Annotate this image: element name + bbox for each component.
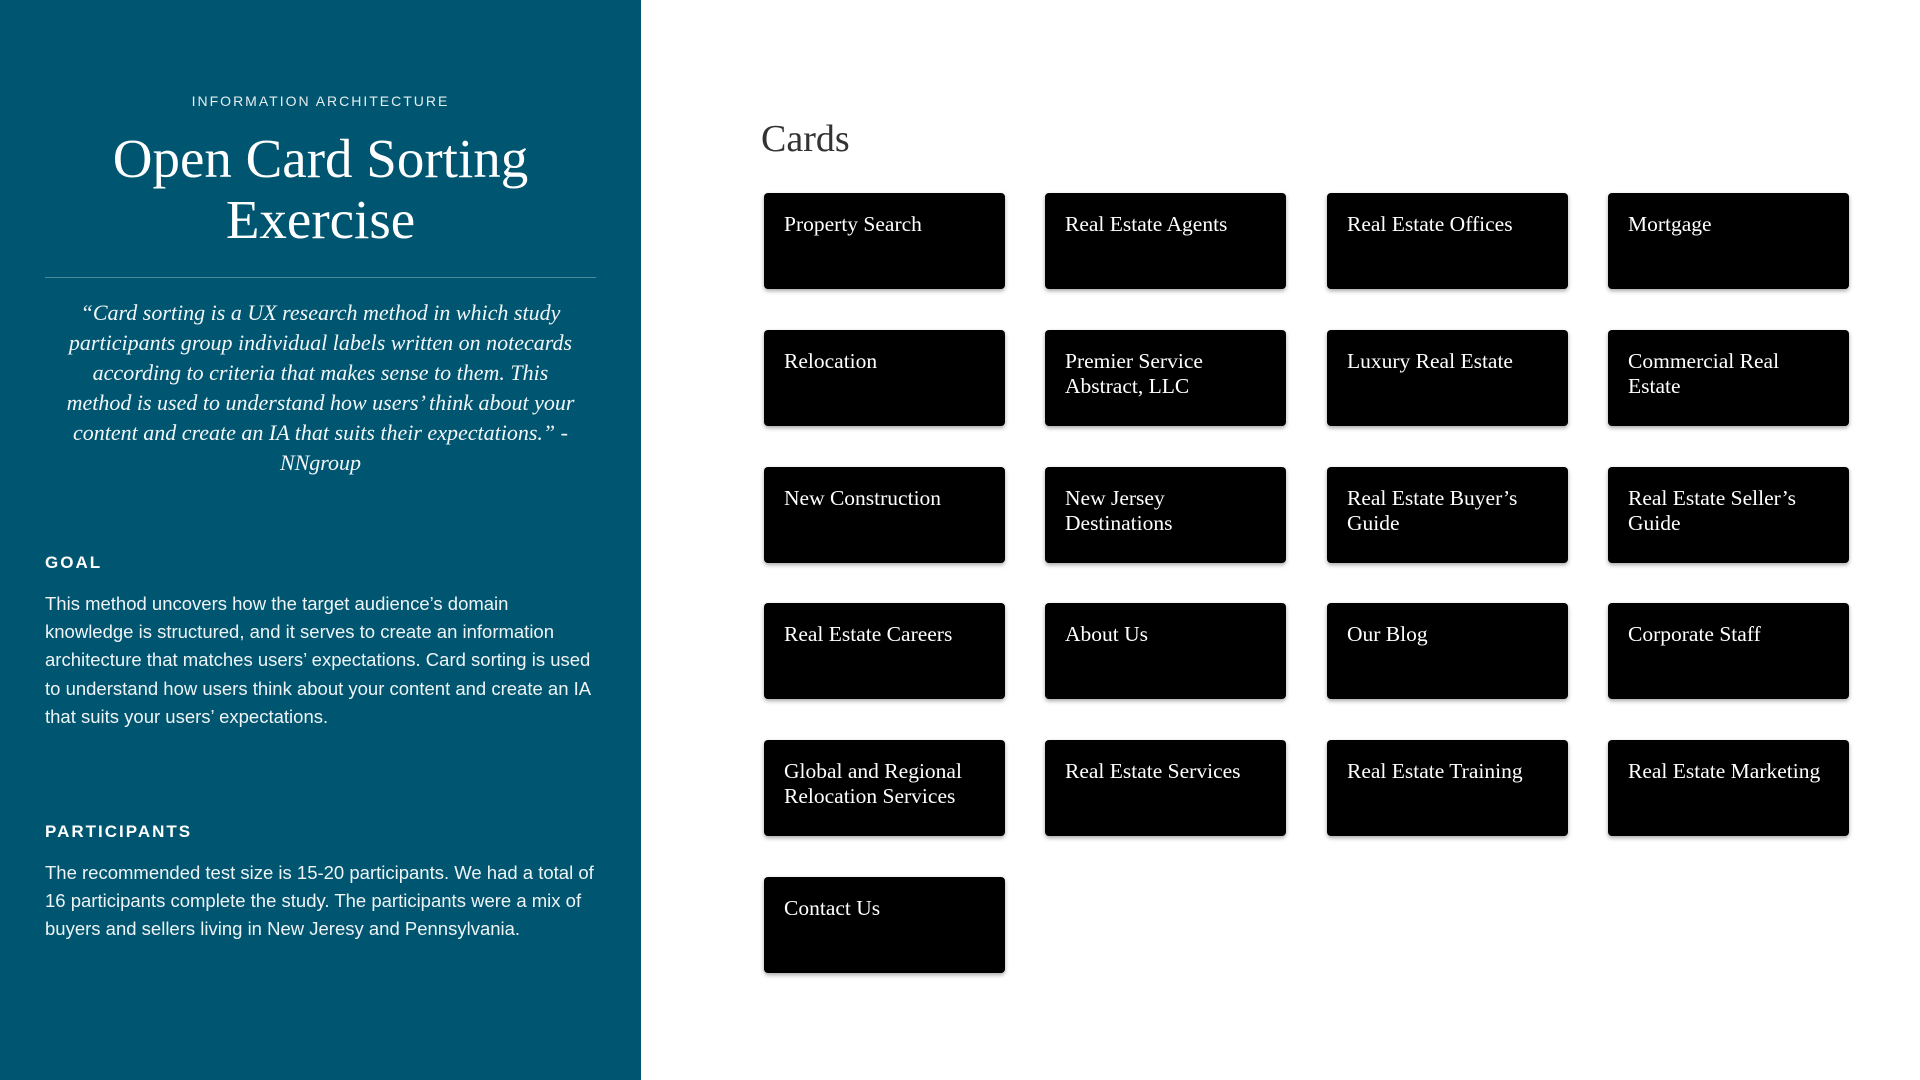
page-title: Open Card Sorting Exercise (0, 128, 641, 250)
sort-card[interactable]: Real Estate Services (1045, 740, 1286, 836)
sort-card[interactable]: Commercial Real Estate (1608, 330, 1849, 426)
sort-card[interactable]: Luxury Real Estate (1327, 330, 1568, 426)
sort-card[interactable]: New Construction (764, 467, 1005, 563)
info-sidebar: INFORMATION ARCHITECTURE Open Card Sorti… (0, 0, 641, 1080)
sort-card[interactable]: Property Search (764, 193, 1005, 289)
sort-card[interactable]: Real Estate Seller’s Guide (1608, 467, 1849, 563)
sort-card[interactable]: About Us (1045, 603, 1286, 699)
divider (45, 277, 596, 278)
goal-body: This method uncovers how the target audi… (45, 593, 591, 727)
sort-card[interactable]: Real Estate Offices (1327, 193, 1568, 289)
sort-card[interactable]: Our Blog (1327, 603, 1568, 699)
section-eyebrow: INFORMATION ARCHITECTURE (191, 93, 450, 109)
page-title-line-2: Exercise (225, 189, 416, 250)
sort-card[interactable]: New Jersey Destinations (1045, 467, 1286, 563)
cards-heading: Cards (761, 118, 850, 160)
page-title-line-1: Open Card Sorting (112, 128, 529, 189)
nngroup-quote: “Card sorting is a UX research method in… (66, 300, 575, 475)
sort-card[interactable]: Corporate Staff (1608, 603, 1849, 699)
sort-card[interactable]: Mortgage (1608, 193, 1849, 289)
sort-card[interactable]: Global and Regional Relocation Services (764, 740, 1005, 836)
participants-body: The recommended test size is 15-20 parti… (45, 862, 594, 940)
sort-card[interactable]: Real Estate Careers (764, 603, 1005, 699)
sort-card[interactable]: Premier Service Abstract, LLC (1045, 330, 1286, 426)
sort-card[interactable]: Real Estate Marketing (1608, 740, 1849, 836)
goal-heading: GOAL (45, 553, 103, 572)
sort-card[interactable]: Real Estate Buyer’s Guide (1327, 467, 1568, 563)
sort-card[interactable]: Relocation (764, 330, 1005, 426)
sort-card[interactable]: Real Estate Agents (1045, 193, 1286, 289)
participants-heading: PARTICIPANTS (45, 822, 193, 841)
sort-card[interactable]: Contact Us (764, 877, 1005, 973)
sort-card[interactable]: Real Estate Training (1327, 740, 1568, 836)
